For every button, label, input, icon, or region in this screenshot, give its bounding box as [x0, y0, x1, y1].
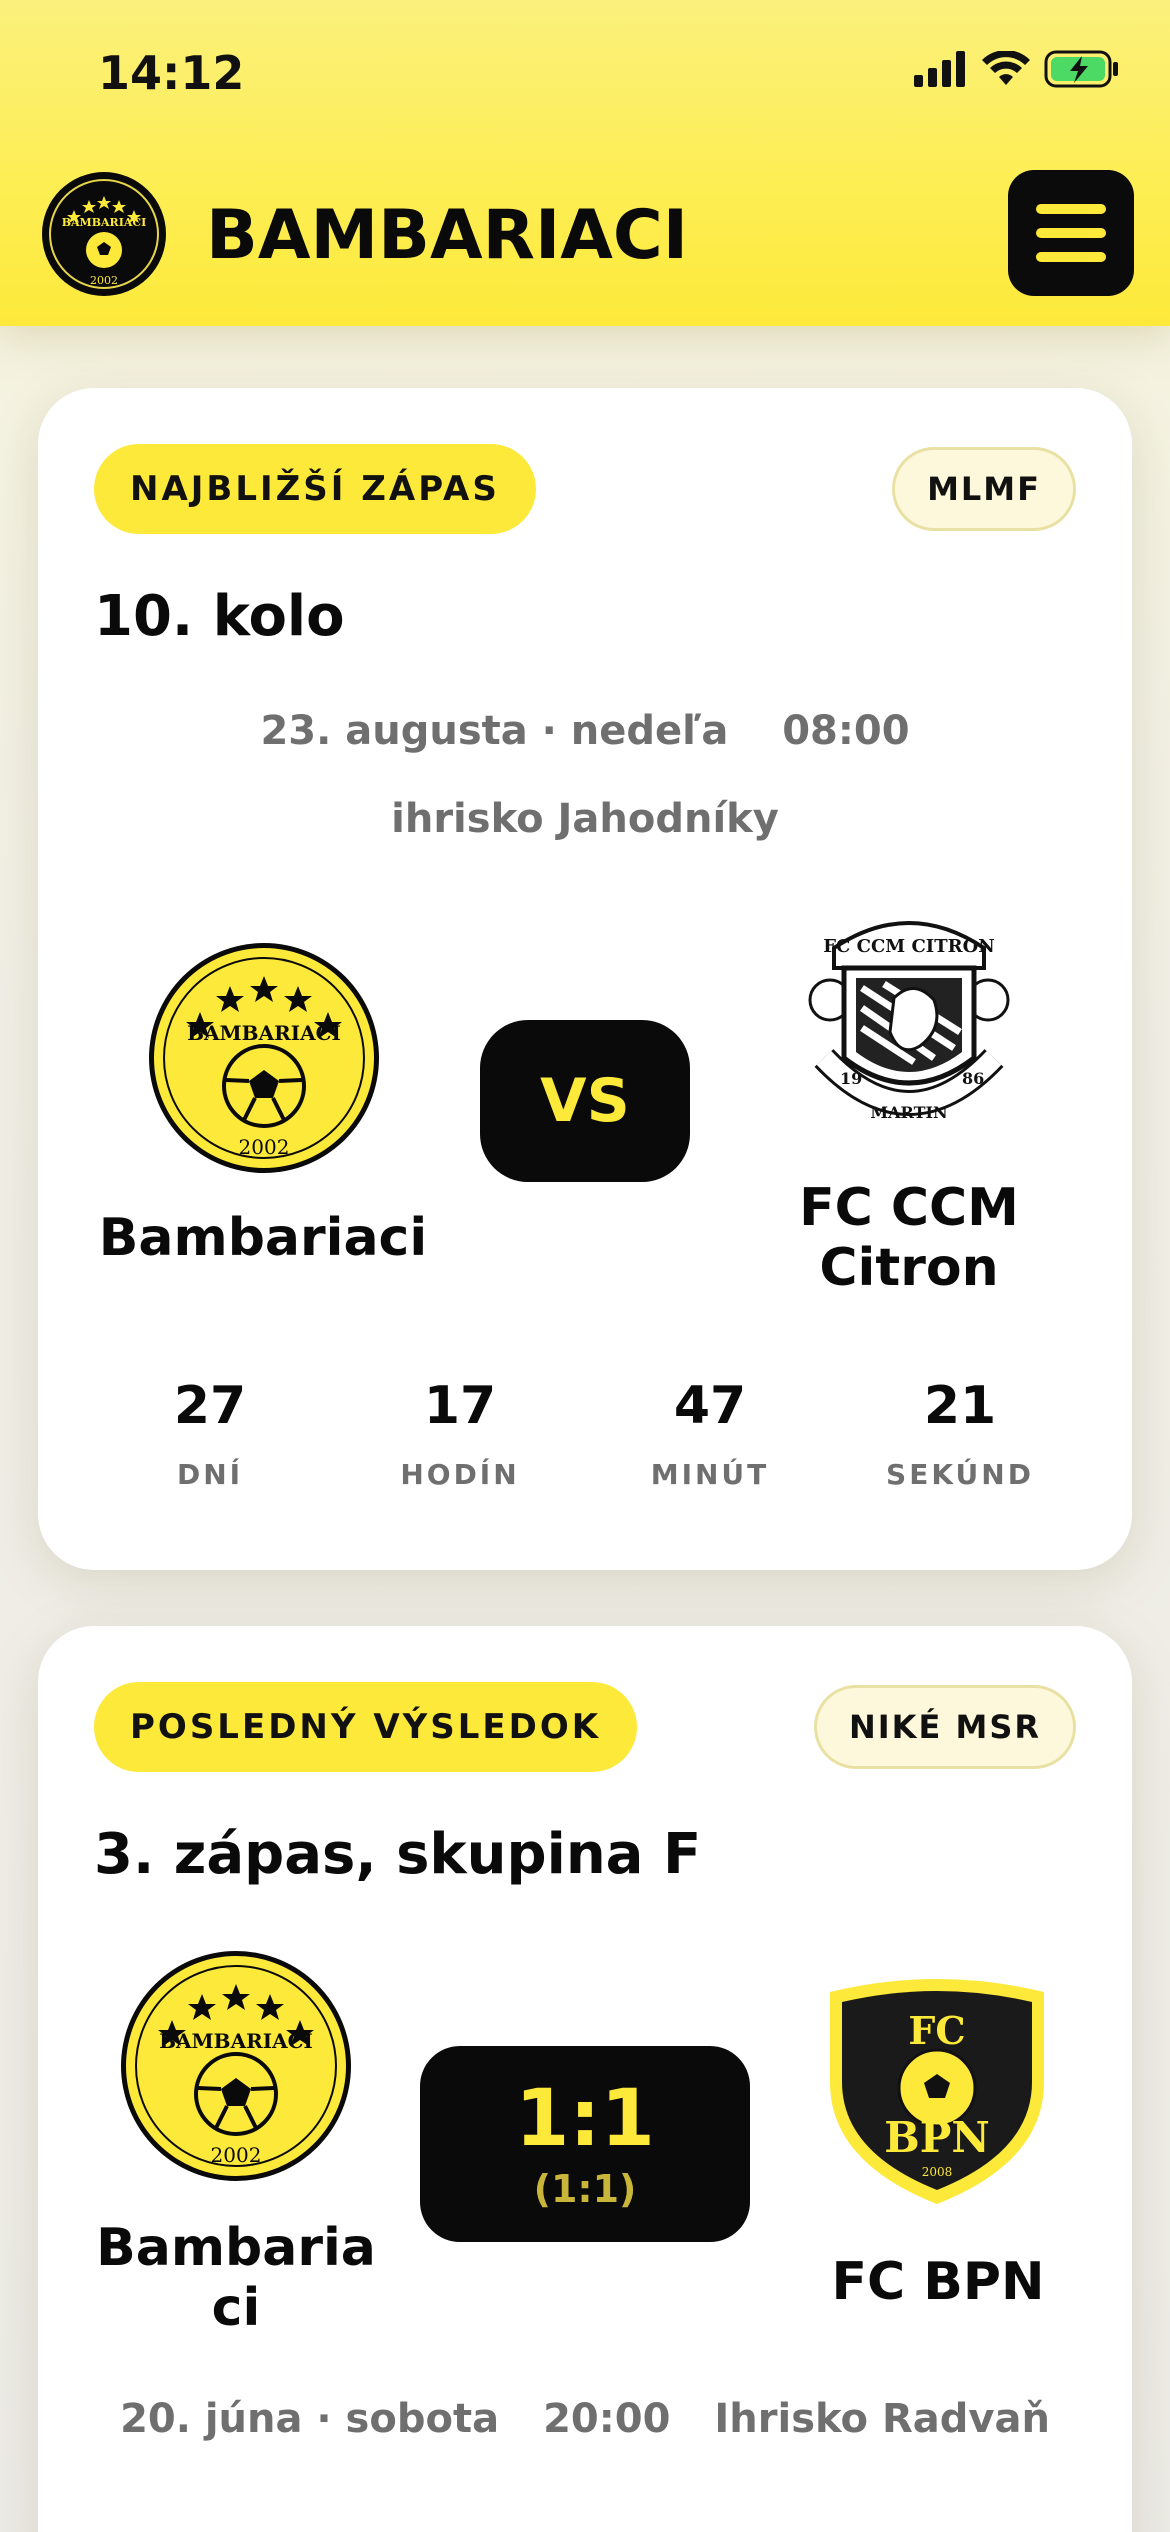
- logo-right-text: 86: [962, 1069, 984, 1088]
- logo-bottom-text: MARTIN: [870, 1103, 947, 1122]
- countdown-value: 21: [923, 1376, 997, 1436]
- logo-text: BAMBARIACI: [187, 1021, 341, 1045]
- score-box: 1:1 (1:1): [420, 2046, 750, 2242]
- result-venue: Ihrisko Radvaň: [714, 2396, 1050, 2442]
- home-team-logo: BAMBARIACI 2002: [149, 943, 379, 1173]
- logo-year: 2002: [211, 2143, 262, 2167]
- away-team-logo: FC CCM CITRON MARTIN 19 86: [808, 921, 1010, 1122]
- menu-button[interactable]: [1008, 170, 1134, 296]
- countdown-label: MINÚT: [650, 1458, 770, 1491]
- wifi-icon: [982, 51, 1030, 85]
- last-result-badge: POSLEDNÝ VÝSLEDOK: [94, 1682, 638, 1772]
- signal-icon: [914, 51, 965, 87]
- logo-fc-text: FC: [908, 2008, 965, 2053]
- home-team-name: Bambariaci: [98, 1208, 428, 1268]
- app-screen: 14:12 BAMBARIACI 2002 BAMBARIACI NAJBLIŽ…: [0, 0, 1170, 2532]
- logo-year: 2008: [922, 2165, 953, 2179]
- brand-name[interactable]: BAMBARIACI: [206, 196, 688, 275]
- countdown-label: DNÍ: [176, 1458, 244, 1491]
- match-datetime: 23. augusta · nedeľa 08:00: [38, 708, 1132, 754]
- home-team-name: Bambaria ci: [78, 2218, 394, 2338]
- match-date: 23. augusta · nedeľa: [260, 708, 729, 754]
- match-venue: ihrisko Jahodníky: [391, 796, 779, 842]
- next-match-card[interactable]: NAJBLIŽŠÍ ZÁPAS MLMF 10. kolo 23. august…: [38, 388, 1132, 1570]
- logo-year: 2002: [90, 274, 118, 287]
- menu-icon-bar: [1036, 228, 1106, 238]
- round-title: 10. kolo: [94, 584, 345, 649]
- battery-charging-icon: [1044, 50, 1118, 88]
- countdown-label: HODÍN: [400, 1458, 520, 1491]
- countdown-minutes: 47 MINÚT: [585, 1376, 835, 1491]
- home-team-name-line1: Bambaria: [96, 2218, 376, 2278]
- countdown-value: 27: [173, 1376, 247, 1436]
- result-date: 20. júna · sobota: [120, 2396, 500, 2442]
- logo-text: FC CCM CITRON: [823, 936, 994, 957]
- countdown: 27 DNÍ 17 HODÍN 47 MINÚT 21 SEKÚND: [38, 1376, 1132, 1491]
- status-icons: [914, 50, 1120, 88]
- top-header: 14:12 BAMBARIACI 2002 BAMBARIACI: [0, 0, 1170, 326]
- competition-badge: MLMF: [892, 447, 1076, 531]
- logo-left-text: 19: [840, 1069, 862, 1088]
- menu-icon-bar: [1036, 204, 1106, 214]
- bambariaci-logo[interactable]: BAMBARIACI 2002: [40, 170, 168, 298]
- countdown-hours: 17 HODÍN: [335, 1376, 585, 1491]
- countdown-seconds: 21 SEKÚND: [835, 1376, 1085, 1491]
- competition-badge: NIKÉ MSR: [813, 1685, 1076, 1769]
- away-team-name-line1: FC CCM: [799, 1178, 1019, 1238]
- round-title: 3. zápas, skupina F: [94, 1822, 702, 1887]
- logo-name-text: BPN: [884, 2113, 989, 2162]
- logo-text: BAMBARIACI: [159, 2029, 313, 2053]
- home-team-name-line2: ci: [211, 2278, 261, 2338]
- half-time-score: (1:1): [533, 2167, 637, 2211]
- result-time: 20:00: [543, 2396, 671, 2442]
- countdown-value: 17: [423, 1376, 497, 1436]
- away-team-name-line2: Citron: [819, 1238, 999, 1298]
- final-score: 1:1: [515, 2074, 655, 2164]
- home-team-logo: BAMBARIACI 2002: [121, 1951, 351, 2181]
- away-team-name: FC CCM Citron: [734, 1178, 1084, 1298]
- countdown-label: SEKÚND: [886, 1458, 1034, 1491]
- countdown-days: 27 DNÍ: [85, 1376, 335, 1491]
- result-meta: 20. júna · sobota 20:00 Ihrisko Radvaň: [38, 2396, 1132, 2442]
- countdown-value: 47: [673, 1376, 747, 1436]
- status-time: 14:12: [98, 46, 245, 100]
- logo-year: 2002: [239, 1135, 290, 1159]
- match-time: 08:00: [782, 708, 910, 754]
- away-team-name: FC BPN: [831, 2252, 1045, 2312]
- away-team-logo: FC BPN 2008: [830, 1979, 1044, 2204]
- logo-text: BAMBARIACI: [62, 216, 147, 229]
- last-result-card[interactable]: POSLEDNÝ VÝSLEDOK NIKÉ MSR 3. zápas, sku…: [38, 1626, 1132, 2532]
- next-match-badge: NAJBLIŽŠÍ ZÁPAS: [94, 444, 536, 534]
- vs-badge: VS: [480, 1020, 690, 1182]
- menu-icon-bar: [1036, 252, 1106, 262]
